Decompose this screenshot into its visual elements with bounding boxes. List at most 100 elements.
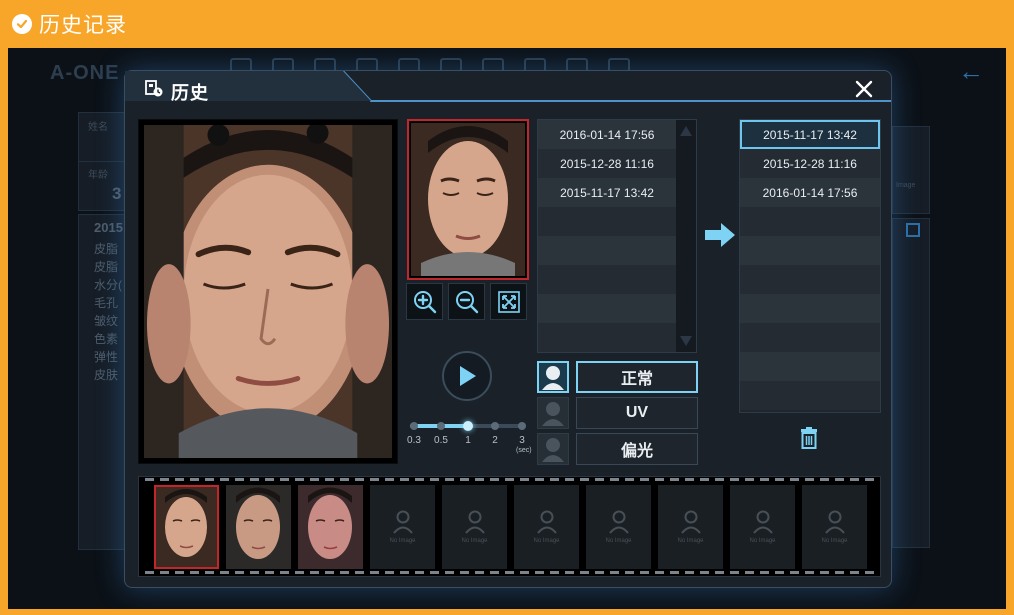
speed-label: 0.5 bbox=[434, 435, 448, 446]
no-image-label: No Image bbox=[749, 538, 776, 544]
mode-button-uv[interactable]: UV bbox=[576, 397, 698, 429]
no-image-label: No Image bbox=[821, 538, 848, 544]
mode-button-normal[interactable]: 正常 bbox=[576, 361, 698, 393]
list-item: 皮脂 bbox=[94, 242, 119, 256]
zoom-out-icon bbox=[455, 290, 478, 313]
film-empty-slot[interactable]: No Image bbox=[802, 485, 867, 569]
app-background: A-ONE ← 姓名 年龄 3 2015 皮脂 皮脂 水分( 毛孔 皱纹 色素 … bbox=[8, 48, 1006, 609]
film-empty-slot[interactable]: No Image bbox=[370, 485, 435, 569]
speed-dot[interactable] bbox=[410, 422, 418, 430]
film-empty-slot[interactable]: No Image bbox=[514, 485, 579, 569]
scrollbar[interactable] bbox=[676, 120, 696, 352]
list-item: 色素 bbox=[94, 332, 119, 346]
fit-screen-button[interactable] bbox=[490, 283, 527, 320]
no-image-label: No Image bbox=[533, 538, 560, 544]
film-perforation bbox=[139, 477, 880, 483]
polarized-mode-icon[interactable] bbox=[537, 433, 569, 465]
checkbox-icon[interactable] bbox=[906, 223, 920, 237]
speed-dot[interactable] bbox=[491, 422, 499, 430]
uv-mode-icon[interactable] bbox=[537, 397, 569, 429]
zoom-in-button[interactable] bbox=[406, 283, 443, 320]
speed-dot[interactable] bbox=[463, 421, 473, 431]
history-icon bbox=[145, 80, 163, 97]
list-item: 皮肤 bbox=[94, 368, 119, 382]
film-strip[interactable]: No Image No Image No Image No Image No Image… bbox=[138, 476, 881, 577]
film-thumbnail[interactable] bbox=[226, 485, 291, 569]
side-thumb-caption: Image bbox=[896, 182, 916, 189]
speed-dot[interactable] bbox=[437, 422, 445, 430]
thumbnail-face-image bbox=[156, 487, 217, 567]
person-icon bbox=[542, 366, 564, 390]
no-image-label: No Image bbox=[605, 538, 632, 544]
app-logo: A-ONE bbox=[50, 62, 120, 84]
window-title: 历史记录 bbox=[39, 14, 127, 37]
list-item[interactable]: 2015-12-28 11:16 bbox=[538, 149, 676, 178]
list-item: 水分( bbox=[94, 278, 122, 292]
film-thumbnail[interactable] bbox=[298, 485, 363, 569]
film-perforation bbox=[139, 570, 880, 576]
expand-icon bbox=[497, 290, 520, 313]
list-item[interactable]: 2015-11-17 13:42 bbox=[740, 120, 880, 149]
play-icon bbox=[460, 366, 476, 386]
back-arrow-icon[interactable]: ← bbox=[958, 56, 984, 87]
zoom-in-icon bbox=[413, 290, 436, 313]
arrow-right-icon[interactable] bbox=[705, 223, 735, 247]
speed-dot[interactable] bbox=[518, 422, 526, 430]
list-item: 皮脂 bbox=[94, 260, 119, 274]
list-title: 2015 bbox=[94, 220, 123, 235]
person-icon bbox=[542, 402, 564, 426]
item-list-text: 皮脂 皮脂 水分( 毛孔 皱纹 色素 弹性 皮肤 bbox=[94, 240, 122, 384]
close-icon[interactable] bbox=[855, 80, 873, 98]
person-placeholder-icon bbox=[392, 510, 413, 534]
name-label: 姓名 bbox=[88, 122, 108, 133]
scroll-up-icon[interactable] bbox=[680, 126, 692, 136]
selected-preview[interactable] bbox=[407, 119, 529, 280]
no-image-label: No Image bbox=[677, 538, 704, 544]
window-titlebar: 历史记录 bbox=[0, 0, 1014, 48]
list-item: 毛孔 bbox=[94, 296, 119, 310]
film-empty-slot[interactable]: No Image bbox=[658, 485, 723, 569]
speed-label: 1 bbox=[465, 435, 471, 446]
scroll-down-icon[interactable] bbox=[680, 336, 692, 346]
no-image-label: No Image bbox=[389, 538, 416, 544]
dialog-title: 历史 bbox=[171, 83, 209, 103]
speed-label: 2 bbox=[492, 435, 498, 446]
preview-face-image bbox=[411, 123, 525, 276]
film-empty-slot[interactable]: No Image bbox=[730, 485, 795, 569]
main-face-photo bbox=[138, 119, 398, 464]
zoom-out-button[interactable] bbox=[448, 283, 485, 320]
speed-label: 0.3 bbox=[407, 435, 421, 446]
list-item[interactable]: 2015-11-17 13:42 bbox=[538, 178, 676, 207]
mode-button-polarized[interactable]: 偏光 bbox=[576, 433, 698, 465]
person-placeholder-icon bbox=[608, 510, 629, 534]
person-placeholder-icon bbox=[824, 510, 845, 534]
speed-slider[interactable] bbox=[410, 421, 526, 431]
list-item[interactable]: 2015-12-28 11:16 bbox=[740, 149, 880, 178]
normal-mode-icon[interactable] bbox=[537, 361, 569, 393]
list-item[interactable]: 2016-01-14 17:56 bbox=[740, 178, 880, 207]
film-thumbnail[interactable] bbox=[154, 485, 219, 569]
check-circle-icon bbox=[12, 14, 32, 34]
film-empty-slot[interactable]: No Image bbox=[586, 485, 651, 569]
age-label: 年龄 bbox=[88, 170, 108, 181]
trash-icon[interactable] bbox=[799, 427, 819, 449]
thumbnail-face-image bbox=[298, 485, 363, 569]
age-value: 3 bbox=[112, 184, 122, 203]
list-item[interactable]: 2016-01-14 17:56 bbox=[538, 120, 676, 149]
list-item: 皱纹 bbox=[94, 314, 119, 328]
film-empty-slot[interactable]: No Image bbox=[442, 485, 507, 569]
person-placeholder-icon bbox=[752, 510, 773, 534]
person-placeholder-icon bbox=[464, 510, 485, 534]
play-button[interactable] bbox=[442, 351, 492, 401]
dialog-header: 历史 bbox=[125, 71, 891, 107]
side-panel bbox=[892, 218, 930, 548]
speed-label: 3 bbox=[519, 435, 525, 446]
history-dialog: 历史 0.3 0.5 1 2 3 (sec) 2016-01-14 17:56 … bbox=[124, 70, 892, 588]
no-image-label: No Image bbox=[461, 538, 488, 544]
window-frame: 历史记录 A-ONE ← 姓名 年龄 3 2015 皮脂 皮脂 水分( 毛孔 皱… bbox=[0, 0, 1014, 615]
side-thumb bbox=[892, 126, 930, 214]
speed-unit-label: (sec) bbox=[516, 447, 532, 454]
history-date-list[interactable]: 2016-01-14 17:56 2015-12-28 11:16 2015-1… bbox=[537, 119, 697, 353]
list-item: 弹性 bbox=[94, 350, 119, 364]
compare-date-list[interactable]: 2015-11-17 13:42 2015-12-28 11:16 2016-0… bbox=[739, 119, 881, 413]
